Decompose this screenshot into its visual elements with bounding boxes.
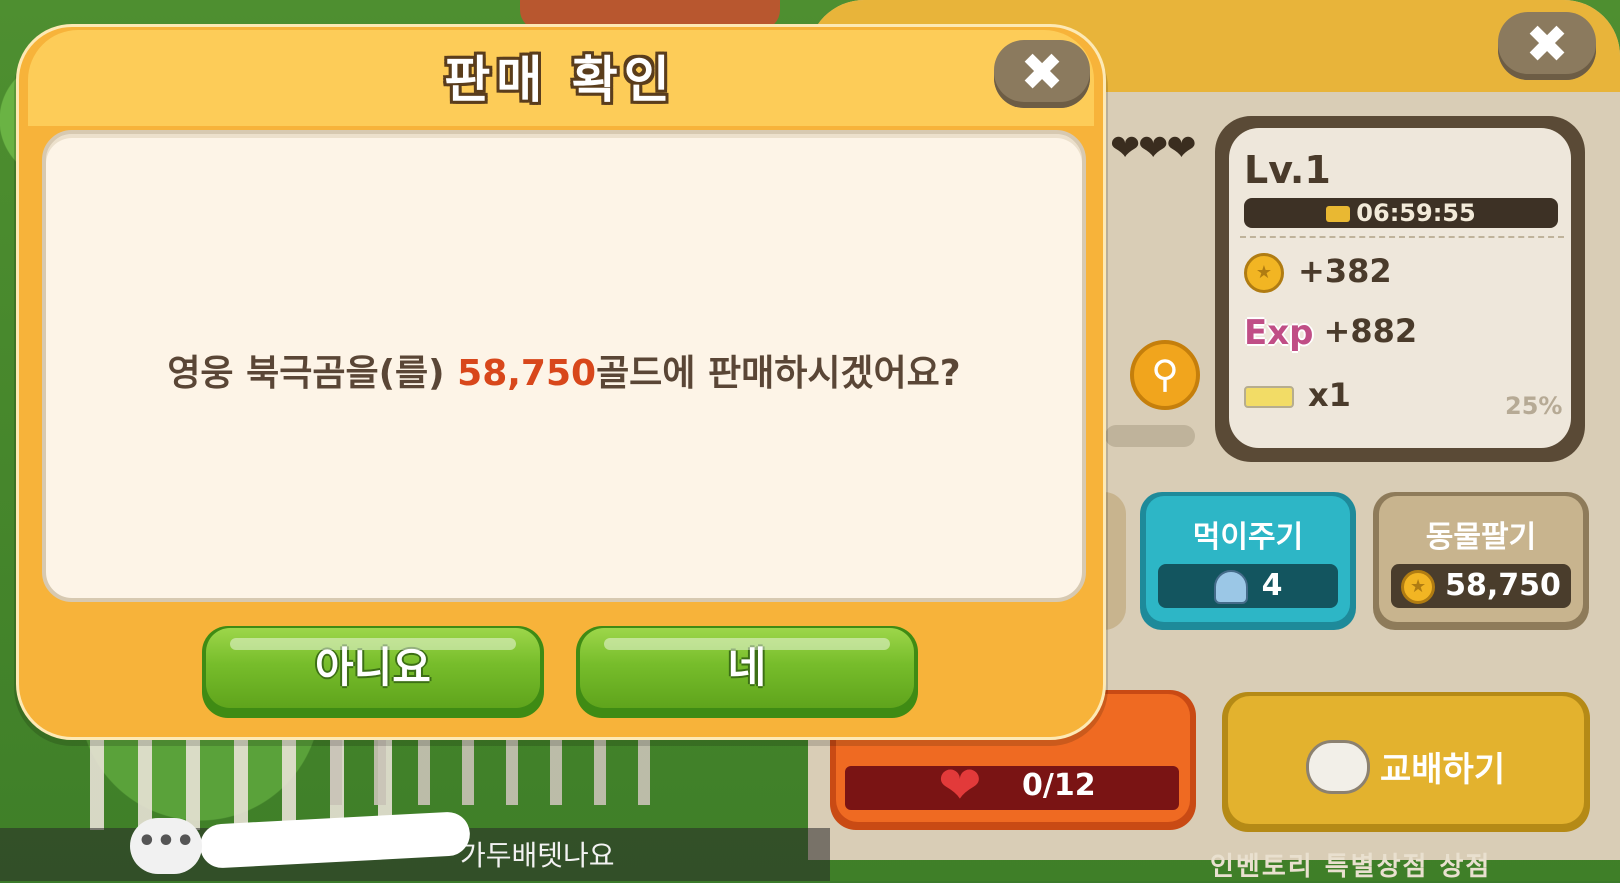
timer-value: 06:59:55	[1356, 199, 1476, 227]
message-price: 58,750	[457, 353, 597, 394]
exp-icon: Exp	[1244, 313, 1314, 353]
dialog-title: 판매 확인	[444, 51, 676, 109]
item-count: x1	[1308, 376, 1351, 414]
yes-button-shine	[604, 638, 890, 650]
gold-gain-row: ★ +382	[1244, 252, 1392, 293]
coin-icon: ★	[1401, 569, 1436, 604]
level-label: Lv.1	[1244, 148, 1331, 192]
panel-close-button[interactable]: ✖	[1498, 12, 1596, 80]
dialog-close-button[interactable]: ✖	[994, 40, 1090, 108]
sell-price-value: 58,750	[1445, 568, 1561, 603]
sheep-icon	[1306, 740, 1370, 794]
exp-gain-row: Exp +882	[1244, 312, 1417, 353]
feed-cost: 4	[1158, 564, 1338, 608]
confirm-message: 영웅 북극곰을(를) 58,750골드에 판매하시겠어요?	[42, 344, 1086, 396]
breed-label: 교배하기	[1380, 750, 1506, 790]
item-row: x1	[1244, 376, 1351, 414]
heart-icon: ❤	[938, 756, 982, 816]
gold-bar-icon	[1326, 206, 1351, 222]
chat-message: 가두배텟나요	[460, 839, 615, 872]
feed-count: 4	[1261, 568, 1283, 603]
message-suffix: 골드에 판매하시겠어요?	[596, 353, 961, 394]
message-prefix: 영웅 북극곰을(를)	[167, 353, 458, 394]
bell-icon	[1213, 569, 1248, 604]
magnify-icon[interactable]: ⚲	[1130, 340, 1200, 410]
exp-gain-value: +882	[1323, 312, 1418, 350]
heart-count: 0/12	[1022, 768, 1096, 803]
progress-bar	[1105, 425, 1195, 447]
production-timer: 06:59:55	[1244, 198, 1558, 228]
chat-icon[interactable]: •••	[130, 818, 202, 874]
item-percent: 25%	[1505, 392, 1563, 420]
feed-label: 먹이주기	[1192, 520, 1304, 555]
affection-hearts: ❤❤❤	[1110, 128, 1196, 169]
gold-gain-value: +382	[1298, 252, 1392, 290]
sell-price: ★ 58,750	[1391, 564, 1571, 608]
divider	[1240, 236, 1564, 238]
butter-icon	[1244, 386, 1294, 408]
bottom-tabs[interactable]: 인벤토리 특별상점 상점	[1210, 846, 1491, 883]
no-button-shine	[230, 638, 516, 650]
coin-icon: ★	[1244, 253, 1284, 293]
sell-label: 동물팔기	[1425, 520, 1537, 555]
heart-progress-bar	[845, 766, 1179, 810]
